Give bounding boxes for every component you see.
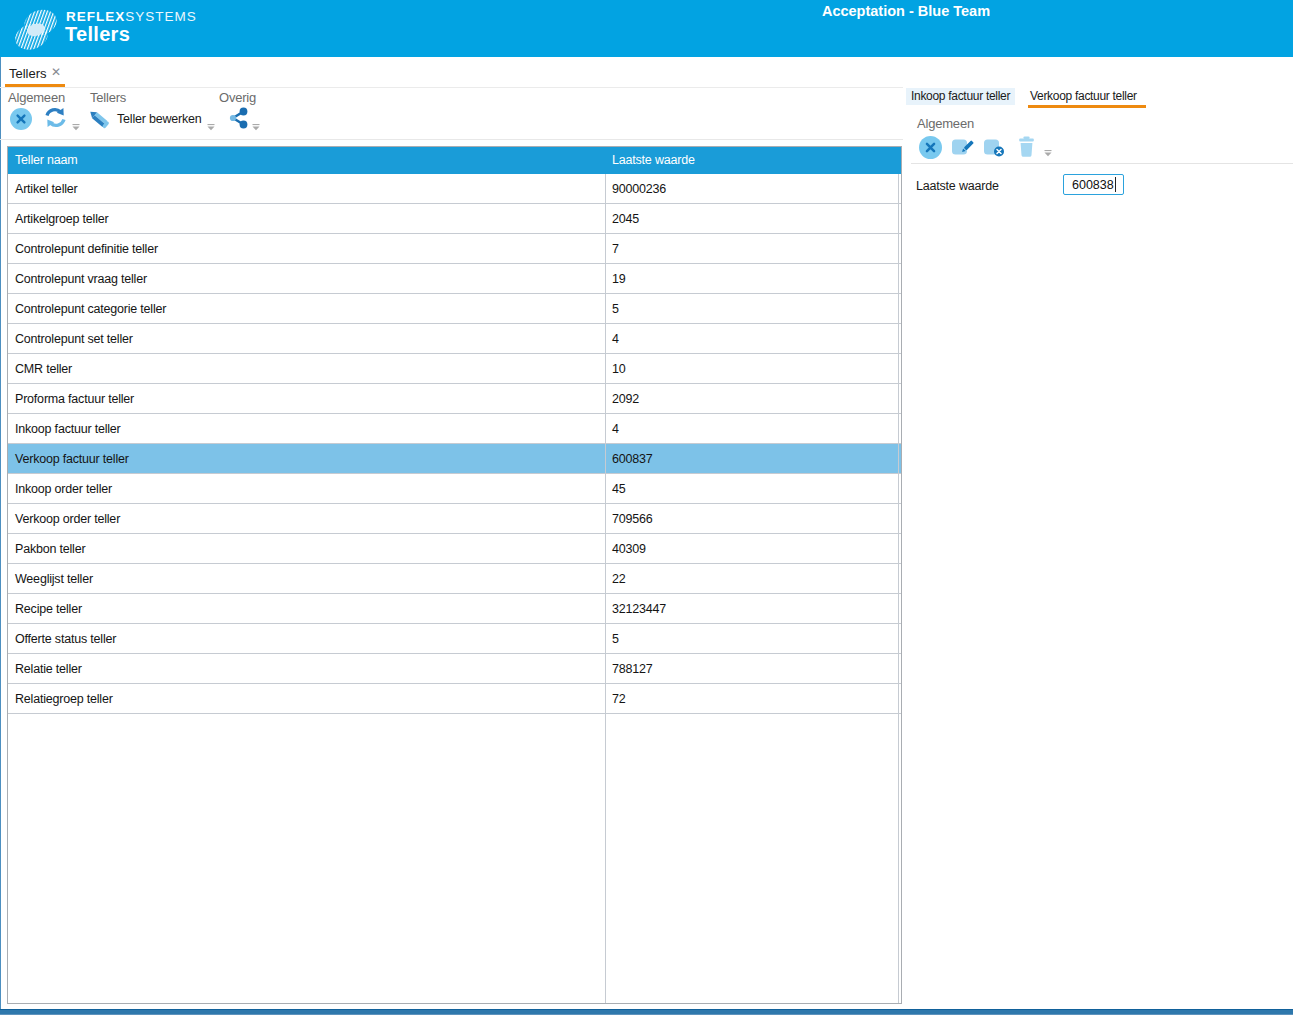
cell-laatste-waarde: 5 [612,632,619,646]
table-row[interactable]: Verkoop order teller 709566 [8,504,901,534]
edit-pencil-icon[interactable] [86,105,113,132]
table-row[interactable]: Verkoop factuur teller 600837 [8,444,901,474]
cell-laatste-waarde: 2045 [612,212,639,226]
cell-laatste-waarde: 788127 [612,662,653,676]
group-dropdown-icon[interactable] [207,124,215,131]
cell-teller-naam: Controlepunt vraag teller [15,272,147,286]
table-row[interactable]: Artikel teller 90000236 [8,174,901,204]
cell-laatste-waarde: 4 [612,332,619,346]
detail-separator [911,163,1293,164]
table-row[interactable]: Weeglijst teller 22 [8,564,901,594]
cell-laatste-waarde: 709566 [612,512,653,526]
refresh-button[interactable] [43,106,68,130]
cell-laatste-waarde: 40309 [612,542,646,556]
laatste-waarde-label: Laatste waarde [916,179,999,193]
table-body: Artikel teller 90000236 Artikelgroep telle… [8,174,901,714]
reflex-logo-icon [7,5,65,55]
table-row[interactable]: CMR teller 10 [8,354,901,384]
title-bar: REFLEXSYSTEMS Tellers Acceptation - Blue… [0,0,1293,57]
edit-teller-button[interactable]: Teller bewerken [117,112,202,126]
table-row[interactable]: Controlepunt set teller 4 [8,324,901,354]
edit-record-button[interactable] [951,137,974,158]
brand-name: REFLEXSYSTEMS [66,9,197,24]
table-row[interactable]: Relatiegroep teller 72 [8,684,901,714]
active-detail-tab-indicator [1028,105,1146,108]
table-row[interactable]: Controlepunt vraag teller 19 [8,264,901,294]
application-window: REFLEXSYSTEMS Tellers Acceptation - Blue… [0,0,1293,1015]
cell-laatste-waarde: 22 [612,572,626,586]
cell-laatste-waarde: 10 [612,362,626,376]
table-row[interactable]: Controlepunt definitie teller 7 [8,234,901,264]
page-title: Tellers [65,23,130,46]
delete-button[interactable] [1016,135,1037,158]
cell-teller-naam: Verkoop factuur teller [15,452,129,466]
cell-teller-naam: Offerte status teller [15,632,116,646]
table-row[interactable]: Inkoop order teller 45 [8,474,901,504]
cell-teller-naam: Controlepunt set teller [15,332,133,346]
ribbon-group-overig-label: Overig [219,90,256,105]
cell-teller-naam: Weeglijst teller [15,572,93,586]
detail-group-algemeen-label: Algemeen [917,116,974,131]
cell-teller-naam: Pakbon teller [15,542,85,556]
group-dropdown-icon[interactable] [1044,150,1052,157]
share-button[interactable] [227,106,253,131]
cell-teller-naam: Artikelgroep teller [15,212,108,226]
table-right-gridline [898,174,899,1003]
detail-tab-inkoop-factuur-teller[interactable]: Inkoop factuur teller [906,88,1015,105]
cell-teller-naam: Inkoop factuur teller [15,422,121,436]
cell-teller-naam: Recipe teller [15,602,82,616]
laatste-waarde-input[interactable]: 600838 [1063,174,1124,195]
cell-laatste-waarde: 19 [612,272,626,286]
table-row[interactable]: Relatie teller 788127 [8,654,901,684]
cell-teller-naam: Proforma factuur teller [15,392,134,406]
tab-close-icon[interactable]: ✕ [51,65,61,79]
cell-laatste-waarde: 5 [612,302,619,316]
cell-laatste-waarde: 90000236 [612,182,666,196]
table-row[interactable]: Offerte status teller 5 [8,624,901,654]
cancel-edit-button[interactable] [983,137,1006,158]
text-caret [1115,177,1116,192]
ribbon-toolbar: Algemeen Tellers Overig Teller bewerke [0,88,903,140]
column-header-laatste-waarde[interactable]: Laatste waarde [612,153,695,167]
cell-laatste-waarde: 7 [612,242,619,256]
ribbon-group-tellers-label: Tellers [90,90,126,105]
cell-laatste-waarde: 600837 [612,452,653,466]
ribbon-group-algemeen-label: Algemeen [8,90,65,105]
environment-title: Acceptation - Blue Team [760,3,1052,19]
cell-laatste-waarde: 72 [612,692,626,706]
cell-teller-naam: Relatie teller [15,662,82,676]
tellers-table: Teller naam Laatste waarde Artikel telle… [7,146,902,1004]
table-row[interactable]: Inkoop factuur teller 4 [8,414,901,444]
table-row[interactable]: Artikelgroep teller 2045 [8,204,901,234]
group-dropdown-icon[interactable] [252,124,260,131]
window-left-border [0,57,1,1009]
table-header-row: Teller naam Laatste waarde [8,147,901,174]
cell-teller-naam: CMR teller [15,362,72,376]
cell-laatste-waarde: 2092 [612,392,639,406]
cell-teller-naam: Verkoop order teller [15,512,120,526]
column-header-teller-naam[interactable]: Teller naam [15,153,77,167]
table-row[interactable]: Recipe teller 32123447 [8,594,901,624]
cell-laatste-waarde: 4 [612,422,619,436]
column-divider [605,174,606,1003]
cell-teller-naam: Controlepunt definitie teller [15,242,158,256]
detail-tab-verkoop-factuur-teller[interactable]: Verkoop factuur teller [1030,88,1137,105]
cell-laatste-waarde: 45 [612,482,626,496]
close-detail-button[interactable] [919,136,942,159]
group-dropdown-icon[interactable] [72,124,80,131]
table-row[interactable]: Pakbon teller 40309 [8,534,901,564]
cell-teller-naam: Artikel teller [15,182,78,196]
cell-teller-naam: Relatiegroep teller [15,692,113,706]
cell-laatste-waarde: 32123447 [612,602,666,616]
table-row[interactable]: Proforma factuur teller 2092 [8,384,901,414]
close-view-button[interactable] [10,108,32,130]
cell-teller-naam: Inkoop order teller [15,482,112,496]
cell-teller-naam: Controlepunt categorie teller [15,302,166,316]
window-bottom-border [0,1009,1293,1015]
table-row[interactable]: Controlepunt categorie teller 5 [8,294,901,324]
